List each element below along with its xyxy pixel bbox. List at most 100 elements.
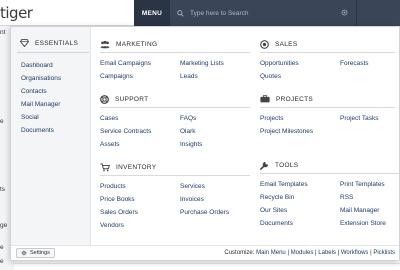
menu-item-leads[interactable]: Leads — [180, 70, 250, 83]
marketing-items: Email Campaigns Marketing Lists Campaign… — [100, 57, 250, 83]
support-items: Cases FAQs Service Contracts Olark Asset… — [100, 112, 250, 151]
menu-item-email-templates[interactable]: Email Templates — [260, 178, 340, 191]
menu-item-our-sites[interactable]: Our Sites — [260, 204, 340, 217]
app-logo[interactable]: tiger — [0, 4, 33, 22]
inventory-section: INVENTORY Products Services Price Books … — [100, 162, 250, 232]
shopping-cart-icon — [100, 163, 110, 171]
customize-link-workflows[interactable]: Workflows — [341, 250, 369, 256]
support-section: SUPPORT Cases FAQs Service Contracts Ola… — [100, 94, 250, 151]
menu-item-mail-manager-tools[interactable]: Mail Manager — [340, 204, 400, 217]
background-text: ts — [0, 186, 6, 193]
sales-title: SALES — [275, 40, 298, 48]
menu-item-olark[interactable]: Olark — [180, 125, 250, 138]
menu-item-sales-orders[interactable]: Sales Orders — [100, 206, 180, 219]
projects-items: Projects Project Tasks Project Milestone… — [260, 112, 395, 138]
menu-item-cases[interactable]: Cases — [100, 112, 180, 125]
tools-header: TOOLS — [260, 160, 400, 170]
essentials-column: ESSENTIALS Dashboard Organisations Conta… — [11, 27, 91, 245]
menu-item-products[interactable]: Products — [100, 180, 180, 193]
support-header: SUPPORT — [100, 94, 250, 104]
menu-item-project-milestones[interactable]: Project Milestones — [260, 125, 340, 138]
top-right-area — [356, 0, 400, 26]
projects-section: PROJECTS Projects Project Tasks Project … — [260, 94, 395, 138]
global-search[interactable]: Type here to Search — [170, 0, 356, 26]
marketing-section: MARKETING Email Campaigns Marketing List… — [100, 39, 250, 83]
menu-item-contacts[interactable]: Contacts — [21, 85, 61, 98]
menu-footer: Settings Customize: Main Menu | Modules … — [11, 245, 399, 260]
background-text: ge — [0, 222, 8, 229]
essentials-header: ESSENTIALS — [20, 39, 78, 47]
search-input[interactable]: Type here to Search — [190, 10, 249, 17]
megaphone-icon — [100, 40, 110, 48]
sales-header: SALES — [260, 39, 395, 49]
sales-section: SALES Opportunities Forecasts Quotes — [260, 39, 395, 83]
marketing-title: MARKETING — [116, 40, 158, 48]
menu-button[interactable]: MENU — [134, 0, 170, 26]
wrench-icon — [260, 161, 269, 170]
essentials-title: ESSENTIALS — [35, 39, 79, 47]
gear-icon — [21, 250, 27, 256]
divider — [100, 107, 250, 108]
menu-item-recycle-bin[interactable]: Recycle Bin — [260, 191, 340, 204]
background-text: e — [0, 244, 4, 251]
advanced-search-icon[interactable] — [341, 9, 348, 16]
menu-item-purchase-orders[interactable]: Purchase Orders — [180, 206, 250, 219]
support-title: SUPPORT — [115, 95, 149, 103]
diamond-icon — [20, 39, 29, 47]
projects-header: PROJECTS — [260, 94, 395, 104]
customize-link-picklists[interactable]: Picklists — [373, 250, 395, 256]
tools-section: TOOLS Email Templates Print Templates Re… — [260, 160, 400, 230]
inventory-header: INVENTORY — [100, 162, 250, 172]
tools-title: TOOLS — [275, 161, 299, 169]
menu-item-documents-tools[interactable]: Documents — [260, 217, 340, 230]
menu-item-campaigns[interactable]: Campaigns — [100, 70, 180, 83]
menu-item-opportunities[interactable]: Opportunities — [260, 57, 340, 70]
divider — [100, 52, 250, 53]
target-icon — [260, 39, 269, 49]
divider — [100, 175, 250, 176]
divider — [260, 107, 395, 108]
settings-button[interactable]: Settings — [16, 248, 55, 258]
menu-item-print-templates[interactable]: Print Templates — [340, 178, 400, 191]
customize-link-main-menu[interactable]: Main Menu — [256, 250, 286, 256]
menu-item-social[interactable]: Social — [21, 111, 61, 124]
menu-item-assets[interactable]: Assets — [100, 138, 180, 151]
menu-item-invoices[interactable]: Invoices — [180, 193, 250, 206]
menu-item-quotes[interactable]: Quotes — [260, 70, 340, 83]
background-divider — [14, 263, 400, 264]
menu-item-organisations[interactable]: Organisations — [21, 72, 61, 85]
customize-link-modules[interactable]: Modules — [291, 250, 314, 256]
background-text: nt — [0, 29, 6, 36]
menu-item-documents[interactable]: Documents — [21, 124, 61, 137]
menu-item-marketing-lists[interactable]: Marketing Lists — [180, 57, 250, 70]
menu-item-project-tasks[interactable]: Project Tasks — [340, 112, 400, 125]
divider — [17, 52, 89, 53]
menu-item-services[interactable]: Services — [180, 180, 250, 193]
projects-title: PROJECTS — [276, 95, 314, 103]
background-text: e — [0, 258, 4, 265]
customize-links: Customize: Main Menu | Modules | Labels … — [224, 250, 395, 256]
menu-item-dashboard[interactable]: Dashboard — [21, 59, 61, 72]
menu-item-faqs[interactable]: FAQs — [180, 112, 250, 125]
app-menu-panel: ESSENTIALS Dashboard Organisations Conta… — [10, 26, 400, 260]
menu-item-projects[interactable]: Projects — [260, 112, 340, 125]
customize-link-labels[interactable]: Labels — [318, 250, 336, 256]
search-icon — [177, 9, 184, 17]
menu-item-service-contracts[interactable]: Service Contracts — [100, 125, 180, 138]
essentials-list: Dashboard Organisations Contacts Mail Ma… — [21, 59, 61, 137]
menu-item-mail-manager[interactable]: Mail Manager — [21, 98, 61, 111]
menu-item-rss[interactable]: RSS — [340, 191, 400, 204]
menu-item-insights[interactable]: Insights — [180, 138, 250, 151]
menu-item-price-books[interactable]: Price Books — [100, 193, 180, 206]
menu-item-vendors[interactable]: Vendors — [100, 219, 180, 232]
menu-item-extension-store[interactable]: Extension Store — [340, 217, 400, 230]
menu-item-forecasts[interactable]: Forecasts — [340, 57, 400, 70]
settings-label: Settings — [30, 250, 50, 256]
inventory-title: INVENTORY — [116, 163, 157, 171]
tools-items: Email Templates Print Templates Recycle … — [260, 178, 400, 230]
background-text: e — [0, 118, 4, 125]
marketing-header: MARKETING — [100, 39, 250, 49]
top-bar: tiger MENU Type here to Search — [0, 0, 400, 26]
divider — [260, 173, 400, 174]
menu-item-email-campaigns[interactable]: Email Campaigns — [100, 57, 180, 70]
